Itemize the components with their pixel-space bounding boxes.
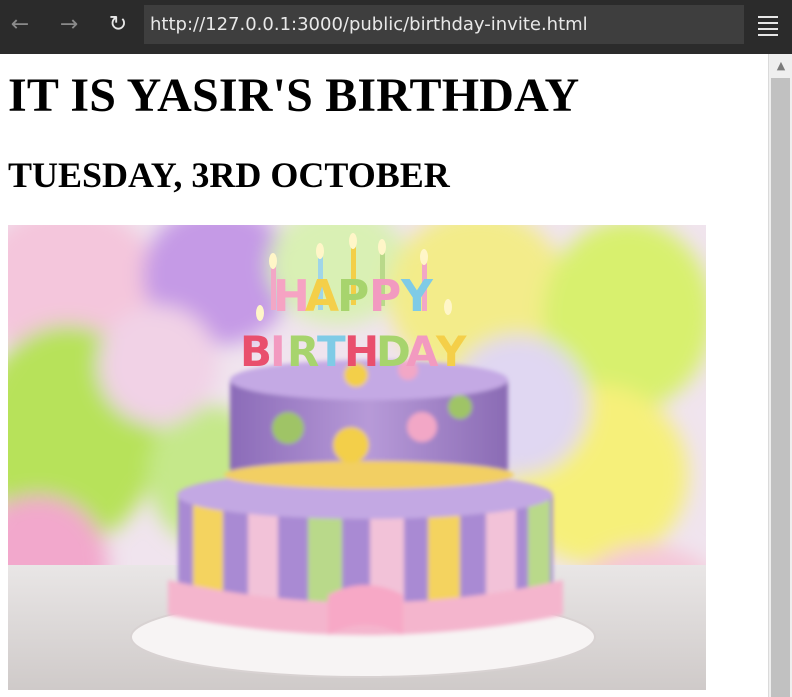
svg-text:P: P bbox=[369, 271, 401, 322]
arrow-left-icon[interactable]: ← bbox=[5, 10, 35, 40]
hamburger-menu-icon[interactable] bbox=[756, 12, 780, 40]
svg-text:A: A bbox=[305, 271, 339, 322]
svg-text:A: A bbox=[406, 327, 439, 376]
svg-text:P: P bbox=[337, 271, 369, 322]
chevron-up-icon[interactable]: ▲ bbox=[769, 54, 792, 78]
party-date: TUESDAY, 3RD OCTOBER bbox=[8, 155, 450, 195]
page-content: IT IS YASIR'S BIRTHDAY TUESDAY, 3RD OCTO… bbox=[0, 54, 768, 697]
svg-text:T: T bbox=[317, 327, 346, 376]
page-heading: IT IS YASIR'S BIRTHDAY bbox=[8, 69, 580, 122]
svg-text:R: R bbox=[287, 327, 319, 376]
svg-text:Y: Y bbox=[400, 271, 434, 322]
browser-toolbar: ← → ↻ http://127.0.0.1:3000/public/birth… bbox=[0, 0, 792, 54]
address-bar[interactable]: http://127.0.0.1:3000/public/birthday-in… bbox=[144, 5, 744, 44]
scrollbar-thumb[interactable] bbox=[771, 78, 790, 697]
birthday-cake-image: H A P P Y B I R T H D A Y bbox=[8, 225, 706, 690]
vertical-scrollbar[interactable]: ▲ bbox=[768, 54, 792, 697]
svg-text:Y: Y bbox=[435, 327, 467, 376]
arrow-right-icon[interactable]: → bbox=[54, 10, 84, 40]
address-bar-url[interactable]: http://127.0.0.1:3000/public/birthday-in… bbox=[150, 14, 588, 35]
reload-icon[interactable]: ↻ bbox=[103, 10, 133, 40]
svg-text:I: I bbox=[270, 327, 286, 376]
svg-text:H: H bbox=[344, 327, 379, 376]
svg-text:B: B bbox=[240, 327, 272, 376]
